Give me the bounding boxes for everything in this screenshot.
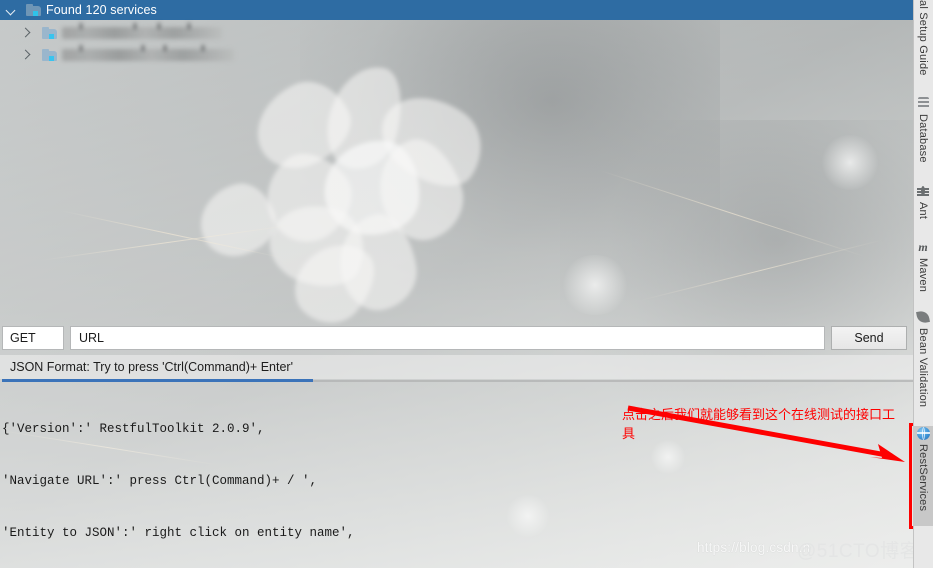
tool-tab-ant[interactable]: Ant	[913, 184, 933, 238]
tool-tab-maven[interactable]: m Maven	[913, 240, 933, 308]
annotation-text: 点击之后我们就能够看到这个在线测试的接口工具	[622, 408, 896, 442]
tree-row[interactable]	[0, 22, 500, 44]
tab-strip-divider	[313, 380, 913, 382]
tool-tab-label: Database	[917, 114, 929, 163]
maven-icon: m	[918, 240, 928, 254]
response-line: 'Navigate URL':' press Ctrl(Command)+ / …	[2, 474, 318, 489]
active-tab-underline	[2, 379, 313, 382]
send-button[interactable]: Send	[831, 326, 907, 350]
tool-tab-rest-services[interactable]: RestServices	[913, 426, 933, 526]
tree-row-label-redacted	[62, 23, 222, 39]
response-tab-strip	[0, 379, 913, 382]
send-button-label: Send	[854, 331, 884, 345]
chevron-right-icon[interactable]	[20, 26, 34, 40]
tool-tab-database[interactable]: Database	[913, 96, 933, 180]
tree-row[interactable]	[0, 44, 500, 66]
module-folder-icon	[26, 3, 41, 17]
bean-validation-leaf-icon	[916, 310, 930, 324]
chevron-right-icon[interactable]	[20, 48, 34, 62]
module-folder-icon	[42, 26, 57, 40]
watermark-brand: @51CTO博客	[797, 541, 920, 562]
url-placeholder: URL	[79, 331, 105, 345]
tree-header-found-services[interactable]: Found 120 services	[0, 0, 913, 20]
tool-tab-label: Maven	[917, 258, 929, 293]
tree-header-label: Found 120 services	[46, 3, 157, 17]
chevron-down-icon[interactable]	[4, 3, 18, 17]
rest-services-globe-icon	[916, 426, 930, 440]
tool-tab-setup-guide[interactable]: al Setup Guide	[913, 0, 933, 92]
tool-tab-label: al Setup Guide	[917, 0, 929, 76]
restful-toolkit-tool-window: Found 120 services GET URL Send JSON For…	[0, 0, 933, 568]
json-format-hint: JSON Format: Try to press 'Ctrl(Command)…	[0, 355, 913, 379]
tool-tab-label: Bean Validation	[917, 328, 929, 408]
json-format-hint-text: JSON Format: Try to press 'Ctrl(Command)…	[10, 360, 293, 374]
tree-row-label-redacted	[62, 45, 234, 61]
http-method-select[interactable]: GET	[2, 326, 64, 350]
watermark-url: https://blog.csdn.n	[697, 540, 811, 555]
database-icon	[916, 96, 930, 110]
module-folder-icon	[42, 48, 57, 62]
tool-tab-label: Ant	[917, 202, 929, 220]
ant-icon	[916, 184, 930, 198]
tool-tab-label: RestServices	[917, 444, 929, 512]
url-input[interactable]: URL	[70, 326, 825, 350]
tool-tab-bean-validation[interactable]: Bean Validation	[913, 310, 933, 422]
right-tool-window-bar: al Setup Guide Database Ant m Maven Bean…	[913, 0, 933, 568]
request-bar: GET URL Send	[0, 325, 913, 351]
http-method-value: GET	[10, 331, 36, 345]
